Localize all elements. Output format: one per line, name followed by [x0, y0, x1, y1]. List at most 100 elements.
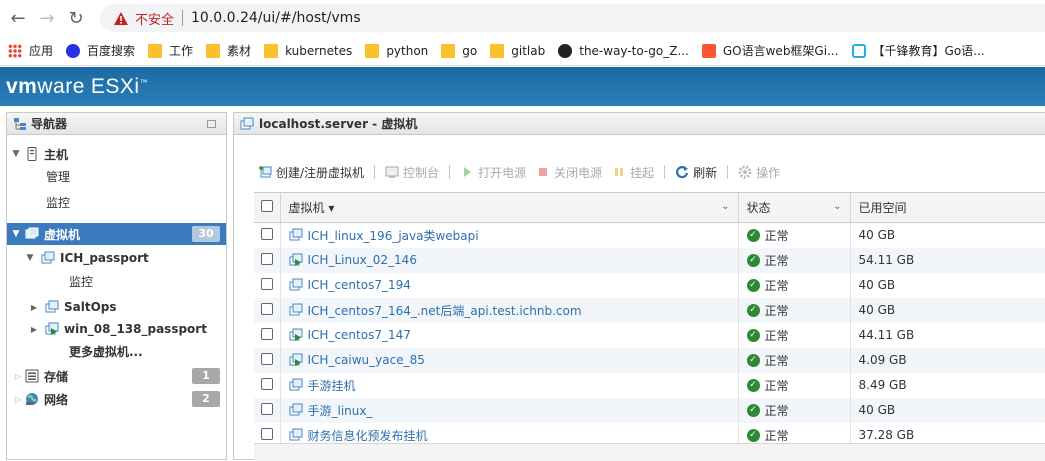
- row-checkbox[interactable]: [261, 377, 273, 390]
- column-header-name[interactable]: 虚拟机 ▾ ⌄: [280, 192, 739, 223]
- tree-label-passport-monitor: 监控: [69, 274, 94, 289]
- power-off-button[interactable]: 关闭电源: [536, 164, 602, 181]
- chevron-down-icon[interactable]: ⌄: [721, 201, 729, 212]
- caret-right-icon[interactable]: ▶: [29, 303, 39, 312]
- bookmark-label: 【千锋教育】Go语...: [872, 44, 985, 58]
- table-row[interactable]: ICH_centos7_147 ✓ 正常 44.11 GB: [254, 322, 1045, 348]
- row-checkbox[interactable]: [261, 402, 273, 415]
- tree-item-more-vms[interactable]: 更多虚拟机...: [7, 340, 226, 362]
- row-checkbox[interactable]: [261, 252, 273, 265]
- bookmark-item[interactable]: go: [441, 43, 478, 58]
- table-row[interactable]: ICH_centos7_194 ✓ 正常 40 GB: [254, 272, 1045, 298]
- bookmark-item[interactable]: the-way-to-go_Z...: [558, 43, 689, 58]
- used-space-cell: 40 GB: [850, 223, 1045, 248]
- caret-down-icon[interactable]: ▼: [11, 229, 21, 239]
- bookmark-item[interactable]: python: [365, 43, 428, 58]
- bookmark-item[interactable]: 【千锋教育】Go语...: [851, 42, 985, 59]
- bookmark-item[interactable]: 工作: [148, 42, 193, 59]
- table-row[interactable]: 手游挂机 ✓ 正常 8.49 GB: [254, 372, 1045, 398]
- vm-count-badge: 30: [192, 226, 220, 242]
- bookmark-item[interactable]: 应用: [8, 42, 53, 59]
- power-on-button[interactable]: 打开电源: [460, 164, 526, 181]
- tree-item-passport-monitor[interactable]: 监控: [7, 270, 226, 292]
- url-text[interactable]: 10.0.0.24/ui/#/host/vms: [191, 10, 361, 26]
- vm-name-link[interactable]: ICH_centos7_194: [289, 278, 738, 292]
- vm-name-link[interactable]: ICH_Linux_02_146: [289, 253, 738, 267]
- select-all-checkbox[interactable]: [261, 200, 273, 212]
- vm-name-link[interactable]: ICH_caiwu_yace_85: [289, 353, 738, 367]
- navigator-title: 导航器: [31, 117, 68, 131]
- bilibili-icon: [851, 43, 866, 58]
- caret-right-icon[interactable]: ▷: [13, 372, 23, 381]
- bookmark-item[interactable]: gitlab: [490, 43, 545, 58]
- console-button[interactable]: 控制台: [385, 164, 439, 181]
- refresh-button[interactable]: 刷新: [675, 164, 717, 181]
- row-checkbox[interactable]: [261, 302, 273, 315]
- column-label-name: 虚拟机 ▾: [288, 201, 335, 215]
- tree-item-storage[interactable]: ▷ 存储 1: [7, 365, 226, 387]
- tree-item-manage[interactable]: 管理: [7, 165, 226, 187]
- table-row[interactable]: ICH_centos7_164_.net后端_api.test.ichnb.co…: [254, 297, 1045, 323]
- refresh-icon: [676, 166, 689, 179]
- row-checkbox[interactable]: [261, 327, 273, 340]
- bookmark-item[interactable]: 素材: [206, 42, 251, 59]
- actions-button[interactable]: 操作: [738, 164, 780, 181]
- vm-name-cell: 手游_linux_: [280, 397, 739, 423]
- vm-icon: [41, 251, 55, 264]
- check-circle-icon: ✓: [746, 278, 760, 292]
- gear-icon: [738, 165, 752, 179]
- tree-item-network[interactable]: ▷ 网络 2: [7, 388, 226, 410]
- address-bar[interactable]: 不安全 10.0.0.24/ui/#/host/vms: [100, 4, 1045, 32]
- create-register-vm-button[interactable]: 创建/注册虚拟机: [258, 164, 364, 181]
- caret-down-icon[interactable]: ▼: [11, 149, 21, 159]
- suspend-button[interactable]: 挂起: [612, 164, 654, 181]
- bookmark-item[interactable]: GO语言web框架Gi...: [701, 42, 839, 59]
- tree-item-saltops[interactable]: ▶ SaltOps: [7, 296, 226, 318]
- caret-right-icon[interactable]: ▷: [13, 395, 23, 404]
- create-vm-icon: [259, 166, 272, 178]
- play-icon: [464, 167, 472, 177]
- tree-item-monitor[interactable]: 监控: [7, 191, 226, 213]
- caret-down-icon[interactable]: ▼: [25, 253, 35, 263]
- vm-name-link[interactable]: ICH_centos7_147: [289, 328, 738, 342]
- row-checkbox[interactable]: [261, 227, 273, 240]
- forward-arrow-icon[interactable]: →: [36, 7, 58, 29]
- row-select-cell: [254, 222, 281, 248]
- toolbar-divider: [374, 165, 376, 179]
- tree-item-vms[interactable]: ▼ 虚拟机 30: [7, 223, 226, 245]
- tree-item-win[interactable]: ▶ win_08_138_passport: [7, 318, 226, 340]
- check-circle-icon: ✓: [746, 378, 760, 392]
- network-icon: [26, 393, 38, 405]
- tree-item-ich-passport[interactable]: ▼ ICH_passport: [7, 247, 226, 269]
- status-text: 正常: [764, 328, 789, 343]
- bookmark-item[interactable]: kubernetes: [264, 43, 352, 58]
- vm-name-link[interactable]: ICH_linux_196_java类webapi: [289, 227, 738, 244]
- status-text: 正常: [764, 303, 789, 318]
- vm-name-link[interactable]: 手游_linux_: [289, 402, 738, 419]
- row-checkbox[interactable]: [261, 352, 273, 365]
- check-circle-icon: ✓: [746, 253, 760, 267]
- vm-name-link[interactable]: 财务信息化预发布挂机: [289, 427, 738, 444]
- collapse-pane-button[interactable]: [207, 120, 216, 128]
- column-header-used-space[interactable]: 已用空间: [850, 192, 1045, 223]
- tree-item-host[interactable]: ▼ 主机: [7, 143, 226, 165]
- reload-icon[interactable]: ↻: [65, 7, 87, 29]
- vm-name-link[interactable]: 手游挂机: [289, 377, 738, 394]
- bookmark-label: go: [462, 43, 478, 58]
- table-row[interactable]: 手游_linux_ ✓ 正常 40 GB: [254, 397, 1045, 423]
- table-row[interactable]: ICH_caiwu_yace_85 ✓ 正常 4.09 GB: [254, 347, 1045, 373]
- vm-powered-on-icon: [289, 328, 302, 341]
- row-checkbox[interactable]: [261, 277, 273, 290]
- caret-right-icon[interactable]: ▶: [29, 325, 39, 334]
- column-header-status[interactable]: 状态 ⌄: [738, 192, 851, 223]
- row-checkbox[interactable]: [261, 427, 273, 440]
- vm-name-link[interactable]: ICH_centos7_164_.net后端_api.test.ichnb.co…: [289, 302, 738, 319]
- table-row[interactable]: ICH_linux_196_java类webapi ✓ 正常 40 GB: [254, 222, 1045, 248]
- check-circle-icon: ✓: [746, 353, 760, 367]
- back-arrow-icon[interactable]: ←: [7, 7, 29, 29]
- vm-icon: [289, 303, 302, 316]
- bookmark-item[interactable]: 百度搜索: [66, 42, 135, 59]
- browser-toolbar: ← → ↻ 不安全 10.0.0.24/ui/#/host/vms: [0, 0, 1045, 36]
- chevron-down-icon[interactable]: ⌄: [833, 201, 841, 212]
- table-row[interactable]: ICH_Linux_02_146 ✓ 正常 54.11 GB: [254, 247, 1045, 273]
